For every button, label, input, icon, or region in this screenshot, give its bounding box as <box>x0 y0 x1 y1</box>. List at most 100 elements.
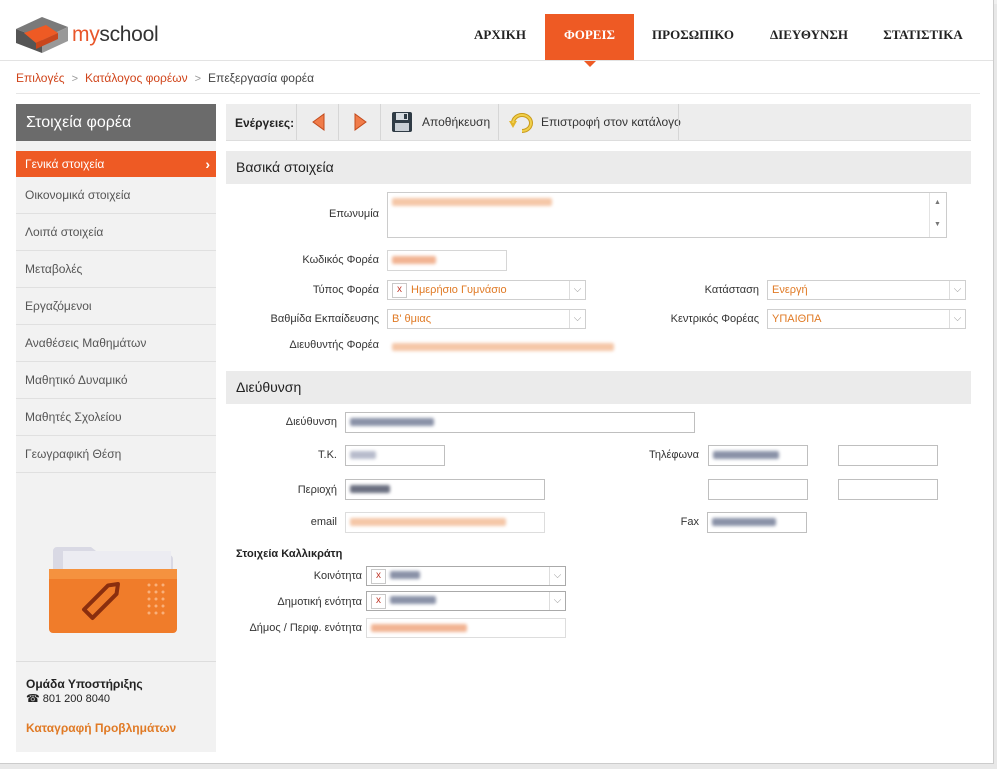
toolbar-divider <box>338 104 339 140</box>
sidebar-item-other[interactable]: Λοιπά στοιχεία <box>16 214 216 251</box>
myschool-logo-icon <box>16 17 68 53</box>
phone-icon: ☎ <box>26 693 43 705</box>
zip-field[interactable] <box>345 445 445 466</box>
chevron-down-icon[interactable]: ⌵ <box>949 281 965 299</box>
nav-statistics[interactable]: ΣΤΑΤΙΣΤΙΚΑ <box>874 14 972 60</box>
section-basic-header: Βασικά στοιχεία <box>226 151 971 184</box>
sidebar-item-employees[interactable]: Εργαζόμενοι <box>16 288 216 325</box>
arrow-right-icon <box>354 113 367 131</box>
breadcrumb: Επιλογές > Κατάλογος φορέων > Επεξεργασία φο… <box>16 71 314 85</box>
email-label: email <box>310 516 337 528</box>
phone-field-2[interactable] <box>838 445 938 466</box>
status-label: Κατάσταση <box>704 284 759 296</box>
community-select[interactable]: x ⌵ <box>366 566 566 586</box>
name-label: Επωνυμία <box>328 208 379 220</box>
municipality-label: Δήμος / Περιφ. ενότητα <box>249 622 362 634</box>
support-box: Ομάδα Υποστήριξης ☎ 801 200 8040 Καταγρα… <box>16 661 216 753</box>
central-select[interactable]: ΥΠΑΙΘΠΑ ⌵ <box>767 309 966 329</box>
save-label: Αποθήκευση <box>422 115 491 129</box>
area-label: Περιοχή <box>297 484 337 496</box>
chevron-down-icon[interactable]: ⌵ <box>949 310 965 328</box>
central-label: Κεντρικός Φορέας <box>670 313 759 325</box>
chevron-down-icon[interactable]: ⌵ <box>569 281 585 299</box>
sidebar-item-general[interactable]: Γενικά στοιχεία › <box>16 151 216 177</box>
clear-icon[interactable]: x <box>371 568 386 584</box>
level-label: Βαθμίδα Εκπαίδευσης <box>270 313 379 325</box>
breadcrumb-current: Επεξεργασία φορέα <box>208 71 315 85</box>
textarea-scrollbar[interactable]: ▲ ▼ <box>929 193 946 237</box>
status-select[interactable]: Ενεργή ⌵ <box>767 280 966 300</box>
sidebar: Στοιχεία φορέα Γενικά στοιχεία › Οικονομι… <box>16 104 216 752</box>
address-field[interactable] <box>345 412 695 433</box>
breadcrumb-separator: > <box>71 73 79 85</box>
email-field[interactable] <box>345 512 545 533</box>
director-value <box>392 338 614 354</box>
header-divider <box>0 60 993 61</box>
code-field[interactable] <box>387 250 507 271</box>
section-address-header: Διεύθυνση <box>226 371 971 404</box>
myschool-logo[interactable]: myschool <box>16 17 159 53</box>
sidebar-item-changes[interactable]: Μεταβολές <box>16 251 216 288</box>
municipal-unit-label: Δημοτική ενότητα <box>277 596 362 608</box>
previous-button[interactable] <box>311 112 327 132</box>
chevron-down-icon[interactable]: ⌵ <box>549 592 565 610</box>
breadcrumb-divider <box>16 93 980 94</box>
next-button[interactable] <box>352 112 368 132</box>
name-textarea[interactable]: ▲ ▼ <box>387 192 947 238</box>
fax-label: Fax <box>680 516 699 528</box>
breadcrumb-options-link[interactable]: Επιλογές <box>16 71 65 85</box>
breadcrumb-catalog-link[interactable]: Κατάλογος φορέων <box>85 71 188 85</box>
level-select[interactable]: Β' θμιας ⌵ <box>387 309 586 329</box>
phone-field-1[interactable] <box>708 445 808 466</box>
toolbar-divider <box>498 104 499 140</box>
nav-personnel[interactable]: ΠΡΟΣΩΠΙΚΟ <box>643 14 743 60</box>
support-phone: ☎ 801 200 8040 <box>26 693 111 705</box>
save-button[interactable]: Αποθήκευση <box>391 112 490 132</box>
return-arrow-icon <box>509 113 533 133</box>
nav-directorate[interactable]: ΔΙΕΥΘΥΝΣΗ <box>760 14 858 60</box>
phones-label: Τηλέφωνα <box>648 449 699 461</box>
scroll-down-icon: ▼ <box>934 221 941 228</box>
chevron-down-icon[interactable]: ⌵ <box>549 567 565 585</box>
sidebar-item-school-students[interactable]: Μαθητές Σχολείου <box>16 399 216 436</box>
breadcrumb-separator: > <box>194 73 202 85</box>
director-label: Διευθυντής Φορέα <box>289 339 379 351</box>
phone-field-3[interactable] <box>708 479 808 500</box>
community-label: Κοινότητα <box>313 570 362 582</box>
sidebar-title: Στοιχεία φορέα <box>16 104 216 141</box>
sidebar-item-geo-location[interactable]: Γεωγραφική Θέση <box>16 436 216 473</box>
sidebar-item-financial[interactable]: Οικονομικά στοιχεία <box>16 177 216 214</box>
arrow-left-icon <box>312 113 325 131</box>
sidebar-item-course-assignments[interactable]: Αναθέσεις Μαθημάτων <box>16 325 216 362</box>
clear-icon[interactable]: x <box>371 593 386 609</box>
code-label: Κωδικός Φορέα <box>302 254 379 266</box>
municipality-field[interactable] <box>366 618 566 638</box>
phone-field-4[interactable] <box>838 479 938 500</box>
toolbar-divider <box>296 104 297 140</box>
toolbar-label: Ενέργειες: <box>235 116 295 130</box>
zip-label: Τ.Κ. <box>318 449 337 461</box>
municipal-unit-select[interactable]: x ⌵ <box>366 591 566 611</box>
sidebar-menu: Γενικά στοιχεία › Οικονομικά στοιχεία Λοι… <box>16 151 216 473</box>
kallikratis-heading: Στοιχεία Καλλικράτη <box>236 548 343 560</box>
floppy-disk-icon <box>392 112 412 132</box>
scroll-up-icon: ▲ <box>934 199 941 206</box>
nav-institutions[interactable]: ΦΟΡΕΙΣ <box>545 14 634 67</box>
chevron-down-icon[interactable]: ⌵ <box>569 310 585 328</box>
brand-name: myschool <box>72 23 159 46</box>
nav-home[interactable]: ΑΡΧΙΚΗ <box>463 14 537 60</box>
support-title: Ομάδα Υποστήριξης <box>26 677 143 691</box>
back-to-catalog-button[interactable]: Επιστροφή στον κατάλογο <box>509 112 681 133</box>
type-select[interactable]: x Ημερήσιο Γυμνάσιο ⌵ <box>387 280 586 300</box>
sidebar-item-student-capacity[interactable]: Μαθητικό Δυναμικό <box>16 362 216 399</box>
area-field[interactable] <box>345 479 545 500</box>
chevron-right-icon: › <box>205 156 210 172</box>
clear-icon[interactable]: x <box>392 282 407 298</box>
fax-field[interactable] <box>707 512 807 533</box>
toolbar-divider <box>380 104 381 140</box>
report-problems-link[interactable]: Καταγραφή Προβλημάτων <box>26 721 176 735</box>
folder-edit-icon <box>49 547 177 633</box>
back-label: Επιστροφή στον κατάλογο <box>541 115 681 129</box>
address-label: Διεύθυνση <box>285 416 337 428</box>
actions-toolbar: Ενέργειες: Αποθήκευση Επιστροφή στον κατ… <box>226 104 971 141</box>
